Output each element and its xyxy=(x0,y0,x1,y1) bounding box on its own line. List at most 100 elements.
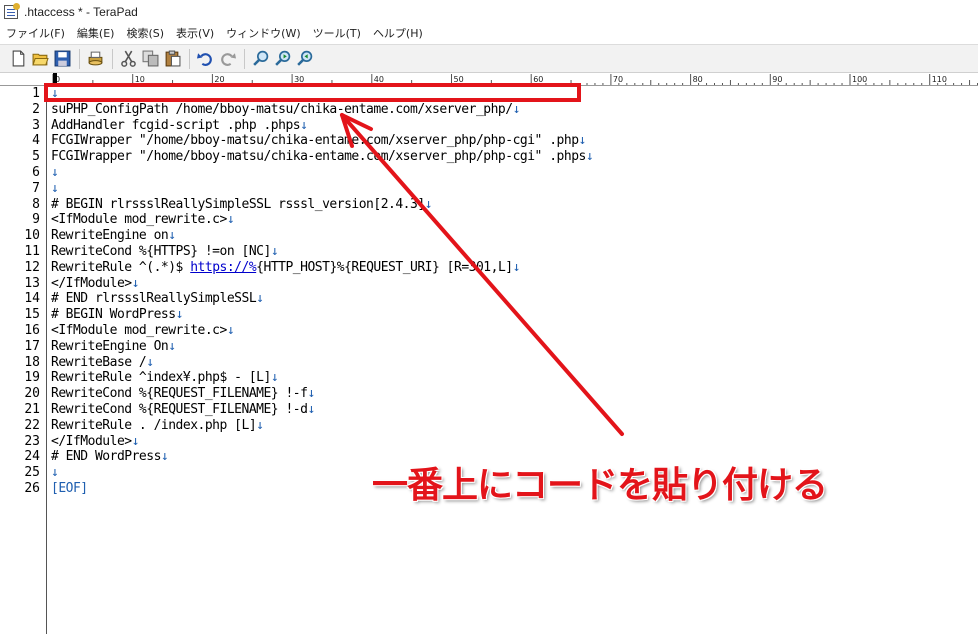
line-break-marker: ↓ xyxy=(585,149,594,165)
search-icon[interactable] xyxy=(250,49,270,69)
code-line[interactable]: suPHP_ConfigPath /home/bboy-matsu/chika-… xyxy=(51,102,520,118)
line-number: 22 xyxy=(24,417,40,433)
code-line[interactable]: ↓ xyxy=(51,180,59,197)
code-line[interactable]: RewriteCond %{REQUEST_FILENAME} !-f↓ xyxy=(51,386,315,402)
ruler-label: 100 xyxy=(852,75,867,84)
code-line[interactable]: AddHandler fcgid-script .php .phps↓ xyxy=(51,118,308,134)
menu-file[interactable]: ファイル(F) xyxy=(0,24,71,43)
line-break-marker: ↓ xyxy=(512,259,521,275)
url-link[interactable]: https://% xyxy=(190,260,256,275)
menu-bar: ファイル(F) 編集(E) 検索(S) 表示(V) ウィンドウ(W) ツール(T… xyxy=(0,24,978,43)
paste-icon[interactable] xyxy=(162,49,182,69)
open-folder-icon[interactable] xyxy=(30,49,50,69)
line-break-marker: ↓ xyxy=(175,307,184,323)
toolbar-separator xyxy=(79,48,80,69)
line-break-marker: ↓ xyxy=(307,402,315,417)
line-break-marker: ↓ xyxy=(51,165,59,180)
toolbar-separator xyxy=(112,48,113,69)
line-break-marker: ↓ xyxy=(307,386,315,402)
toolbar-separator xyxy=(189,48,190,69)
line-number: 26 xyxy=(24,481,40,496)
line-number: 3 xyxy=(32,117,40,133)
line-number: 9 xyxy=(32,212,40,228)
code-line[interactable]: </IfModule>↓ xyxy=(51,276,139,292)
code-line[interactable]: RewriteEngine on↓ xyxy=(51,228,176,244)
line-number: 16 xyxy=(24,323,40,338)
print-icon[interactable] xyxy=(85,49,105,69)
line-number: 15 xyxy=(24,307,40,323)
code-line[interactable]: </IfModule>↓ xyxy=(51,434,139,450)
ruler-label: 90 xyxy=(772,75,782,84)
redo-icon[interactable] xyxy=(217,49,237,69)
line-number: 8 xyxy=(32,196,40,212)
toolbar-separator xyxy=(244,48,245,69)
line-number: 6 xyxy=(32,165,40,180)
line-number: 19 xyxy=(24,370,40,386)
code-line[interactable]: ↓ xyxy=(51,465,59,481)
line-break-marker: ↓ xyxy=(270,370,279,386)
line-number: 7 xyxy=(32,180,40,196)
line-number: 18 xyxy=(24,354,40,370)
code-line[interactable]: FCGIWrapper "/home/bboy-matsu/chika-enta… xyxy=(51,133,586,149)
line-number: 17 xyxy=(24,338,40,354)
eof-marker: [EOF] xyxy=(51,481,88,496)
toolbar xyxy=(0,44,978,73)
annotation-text: 一番上にコードを貼り付ける xyxy=(372,465,828,506)
line-number: 10 xyxy=(24,228,40,244)
line-break-marker: ↓ xyxy=(160,449,169,465)
search-prev-icon[interactable] xyxy=(294,49,314,69)
line-number: 21 xyxy=(24,402,40,417)
code-line[interactable]: RewriteEngine On↓ xyxy=(51,339,176,355)
line-number: 12 xyxy=(24,259,40,275)
search-next-icon[interactable] xyxy=(272,49,292,69)
code-line[interactable]: [EOF] xyxy=(51,481,88,497)
line-break-marker: ↓ xyxy=(51,180,59,196)
line-break-marker: ↓ xyxy=(512,101,521,117)
line-break-marker: ↓ xyxy=(256,291,264,307)
line-number: 24 xyxy=(24,449,40,465)
menu-edit[interactable]: 編集(E) xyxy=(71,24,121,43)
save-icon[interactable] xyxy=(52,49,72,69)
menu-view[interactable]: 表示(V) xyxy=(170,24,220,43)
menu-tools[interactable]: ツール(T) xyxy=(307,24,367,43)
new-file-icon[interactable] xyxy=(8,49,28,69)
undo-icon[interactable] xyxy=(195,49,215,69)
line-number: 5 xyxy=(32,149,40,165)
text-editor[interactable]: ↓ suPHP_ConfigPath /home/bboy-matsu/chika… xyxy=(48,86,978,634)
line-number: 13 xyxy=(24,275,40,291)
ruler-label: 110 xyxy=(932,75,947,84)
line-break-marker: ↓ xyxy=(131,433,140,449)
code-line[interactable]: RewriteBase /↓ xyxy=(51,355,154,371)
ruler-label: 80 xyxy=(693,75,703,84)
code-line[interactable]: # END rlrssslReallySimpleSSL↓ xyxy=(51,291,264,307)
code-line[interactable]: FCGIWrapper "/home/bboy-matsu/chika-enta… xyxy=(51,149,594,165)
line-number: 25 xyxy=(24,465,40,481)
terapad-app-icon[interactable] xyxy=(4,3,20,19)
line-number: 1 xyxy=(32,86,40,101)
line-break-marker: ↓ xyxy=(168,228,176,244)
code-line[interactable]: # BEGIN WordPress↓ xyxy=(51,307,183,323)
menu-help[interactable]: ヘルプ(H) xyxy=(367,24,429,43)
code-line[interactable]: RewriteRule ^index¥.php$ - [L]↓ xyxy=(51,370,279,386)
line-number: 11 xyxy=(24,244,40,259)
line-break-marker: ↓ xyxy=(424,196,433,212)
line-break-marker: ↓ xyxy=(51,465,59,481)
code-line[interactable]: # BEGIN rlrssslReallySimpleSSL rsssl_ver… xyxy=(51,196,433,213)
code-line[interactable]: RewriteRule . /index.php [L]↓ xyxy=(51,418,264,434)
code-line[interactable]: RewriteCond %{HTTPS} !=on [NC]↓ xyxy=(51,244,279,260)
window-title: .htaccess * - TeraPad xyxy=(24,5,138,19)
code-line[interactable]: RewriteRule ^(.*)$ https://%{HTTP_HOST}%… xyxy=(51,260,520,276)
copy-icon[interactable] xyxy=(140,49,160,69)
line-number: 20 xyxy=(24,386,40,402)
code-line[interactable]: ↓ xyxy=(51,165,59,181)
code-line[interactable]: RewriteCond %{REQUEST_FILENAME} !-d↓ xyxy=(51,402,315,418)
code-line[interactable]: <IfModule mod_rewrite.c>↓ xyxy=(51,212,235,228)
line-number: 2 xyxy=(32,101,40,117)
code-line[interactable]: # END WordPress↓ xyxy=(51,449,169,465)
cut-icon[interactable] xyxy=(118,49,138,69)
ruler-label: 70 xyxy=(613,75,623,84)
menu-search[interactable]: 検索(S) xyxy=(120,24,170,43)
line-break-marker: ↓ xyxy=(226,323,235,338)
code-line[interactable]: <IfModule mod_rewrite.c>↓ xyxy=(51,323,235,339)
menu-window[interactable]: ウィンドウ(W) xyxy=(220,24,306,43)
